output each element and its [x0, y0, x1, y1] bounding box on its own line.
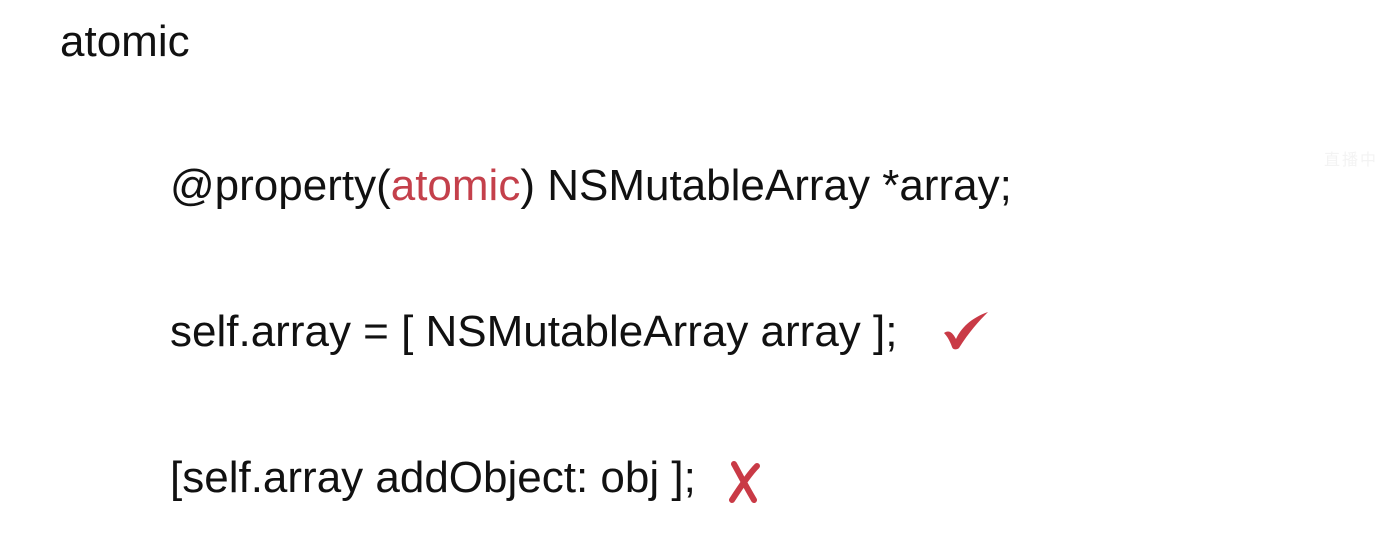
check-icon — [941, 308, 991, 352]
assignment-code-text: self.array = [ NSMutableArray array ]; — [170, 307, 898, 356]
cross-icon — [726, 460, 762, 504]
code-line-add-object: [self.array addObject: obj ]; — [170, 452, 762, 504]
code-suffix: ) NSMutableArray *array; — [520, 161, 1012, 210]
code-prefix: @property( — [170, 161, 391, 210]
atomic-keyword: atomic — [390, 161, 521, 210]
slide-title: atomic — [60, 17, 190, 66]
slide: atomic @property(atomic) NSMutableArray … — [0, 0, 1384, 548]
watermark: 直播中 — [1323, 152, 1378, 169]
code-line-assignment: self.array = [ NSMutableArray array ]; — [170, 306, 991, 358]
add-object-code-text: [self.array addObject: obj ]; — [170, 453, 696, 502]
code-line-property-declaration: @property(atomic) NSMutableArray *array; — [170, 160, 1012, 212]
